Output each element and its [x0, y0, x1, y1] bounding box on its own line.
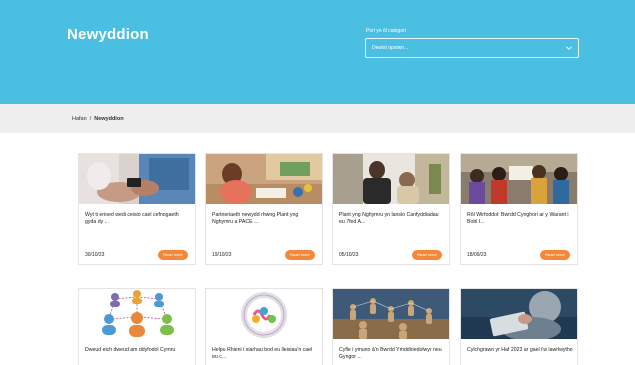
news-card-title[interactable]: Plant yng Nghymru yn lansio Canfyddiadau…	[339, 212, 445, 227]
breadcrumb-current: Newyddion	[94, 116, 124, 122]
breadcrumb-bar: Hafan / Newyddion	[0, 104, 635, 133]
news-card-2[interactable]: Partneriaeth newydd rhwng Plant yng Nghy…	[205, 153, 323, 265]
news-card-7[interactable]: Cyfle i ymuno â'n Bwrdd Ymddiriedolwyr n…	[332, 288, 450, 365]
news-card-date: 19/10/23	[212, 252, 232, 258]
news-card-image[interactable]	[461, 154, 577, 204]
news-card-title[interactable]: Cylchgrawn yr Haf 2023 ar gael i'w lawrl…	[467, 347, 573, 354]
news-card-image[interactable]	[333, 154, 449, 204]
read-more-button[interactable]: Read more	[285, 250, 315, 260]
breadcrumb: Hafan / Newyddion	[72, 116, 124, 122]
news-card-image[interactable]	[206, 289, 322, 339]
news-card-6[interactable]: Helpu Rhieni i siarhau bod eu lleisiau'n…	[205, 288, 323, 365]
chevron-down-icon	[566, 46, 572, 51]
news-card-title[interactable]: Helpu Rhieni i siarhau bod eu lleisiau'n…	[212, 347, 318, 362]
news-card-title[interactable]: Dweud eich dweud am ddyfodol Cymru	[85, 347, 191, 354]
read-more-button[interactable]: Read more	[412, 250, 442, 260]
page-title: Newyddion	[67, 26, 149, 43]
news-card-image[interactable]	[79, 154, 195, 204]
news-card-5[interactable]: Dweud eich dweud am ddyfodol Cymru	[78, 288, 196, 365]
news-card-image[interactable]	[333, 289, 449, 339]
news-card-title[interactable]: Partneriaeth newydd rhwng Plant yng Nghy…	[212, 212, 318, 227]
news-card-title[interactable]: Wyt ti erioed wedi ceisio cael cefnogaet…	[85, 212, 191, 227]
news-card-3[interactable]: Plant yng Nghymru yn lansio Canfyddiadau…	[332, 153, 450, 265]
breadcrumb-home-link[interactable]: Hafan	[72, 116, 87, 122]
read-more-button[interactable]: Read more	[540, 250, 570, 260]
news-card-date: 30/10/23	[85, 252, 105, 258]
category-filter-label: Pori yn ôl categori	[366, 28, 407, 34]
news-card-image[interactable]	[79, 289, 195, 339]
news-card-1[interactable]: Wyt ti erioed wedi ceisio cael cefnogaet…	[78, 153, 196, 265]
news-card-8[interactable]: Cylchgrawn yr Haf 2023 ar gael i'w lawrl…	[460, 288, 578, 365]
news-card-date: 05/10/23	[339, 252, 359, 258]
news-card-image[interactable]	[206, 154, 322, 204]
read-more-button[interactable]: Read more	[158, 250, 188, 260]
category-select-value: Dewisï opsiwn...	[372, 45, 409, 51]
news-card-image[interactable]	[461, 289, 577, 339]
news-card-date: 18/09/23	[467, 252, 487, 258]
hero-banner: Newyddion Pori yn ôl categori Dewisï ops…	[0, 0, 635, 104]
news-card-title[interactable]: Rôl Wirfoddol: Bwrdd Cynghori ar y Waran…	[467, 212, 573, 227]
news-card-title[interactable]: Cyfle i ymuno â'n Bwrdd Ymddiriedolwyr n…	[339, 347, 445, 362]
news-card-4[interactable]: Rôl Wirfoddol: Bwrdd Cynghori ar y Waran…	[460, 153, 578, 265]
category-select[interactable]: Dewisï opsiwn...	[365, 38, 579, 58]
breadcrumb-separator: /	[89, 116, 92, 122]
